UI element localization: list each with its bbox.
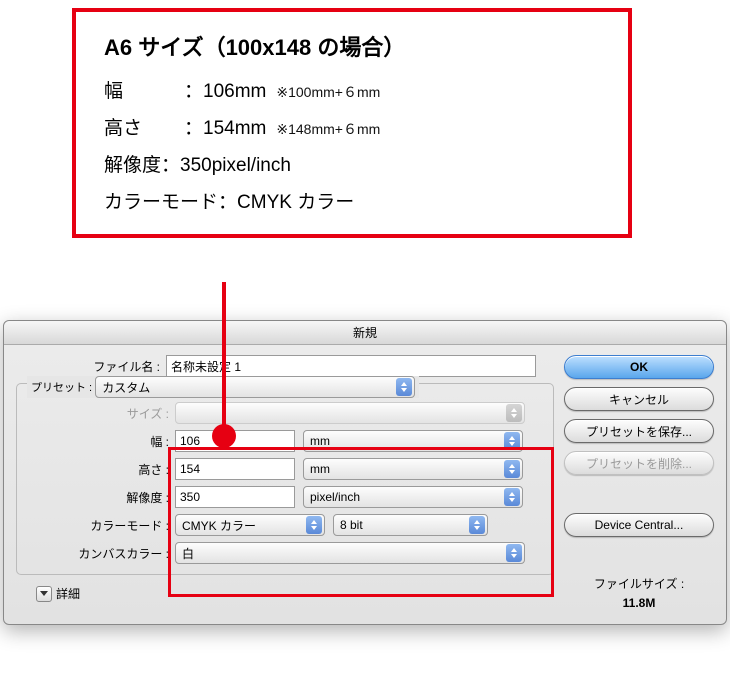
resolution-unit-select[interactable]: pixel/inch [303,486,523,508]
new-document-dialog: 新規 ファイル名 : プリセット : カスタム サイズ : [3,320,727,625]
width-unit-select[interactable]: mm [303,430,523,452]
info-callout: A6 サイズ（100x148 の場合） 幅 ： 106mm ※100mm+６mm… [72,8,632,238]
width-label: 幅 : [25,433,175,450]
callout-height-row: 高さ ： 154mm ※148mm+６mm [104,113,600,140]
dialog-titlebar: 新規 [4,321,726,345]
filesize-area: ファイルサイズ : 11.8M [564,575,714,610]
depth-select[interactable]: 8 bit [333,514,488,536]
canvascolor-label: カンバスカラー : [25,545,175,562]
preset-label: プリセット : [31,379,92,395]
resolution-label: 解像度 : [25,489,175,506]
resolution-input[interactable] [175,486,295,508]
size-select [175,402,525,424]
colormode-select[interactable]: CMYK カラー [175,514,325,536]
colormode-label: カラーモード : [25,517,175,534]
height-label: 高さ : [25,461,175,478]
save-preset-button[interactable]: プリセットを保存... [564,419,714,443]
disclosure-toggle[interactable] [36,586,52,602]
height-unit-select[interactable]: mm [303,458,523,480]
callout-width-row: 幅 ： 106mm ※100mm+６mm [104,76,600,103]
device-central-button[interactable]: Device Central... [564,513,714,537]
filesize-label: ファイルサイズ : [564,575,714,592]
callout-title: A6 サイズ（100x148 の場合） [104,30,600,62]
canvascolor-select[interactable]: 白 [175,542,525,564]
callout-resolution-row: 解像度： 350pixel/inch [104,150,600,177]
filename-label: ファイル名 : [16,358,166,375]
detail-label: 詳細 [56,585,80,602]
height-input[interactable] [175,458,295,480]
size-label: サイズ : [25,405,175,422]
preset-select[interactable]: カスタム [95,376,415,398]
cancel-button[interactable]: キャンセル [564,387,714,411]
delete-preset-button: プリセットを削除... [564,451,714,475]
ok-button[interactable]: OK [564,355,714,379]
connector-line [222,282,226,432]
preset-fieldset: プリセット : カスタム サイズ : 幅 : mm [16,383,554,575]
connector-dot [212,424,236,448]
filesize-value: 11.8M [564,596,714,610]
callout-colormode-row: カラーモード： CMYK カラー [104,187,600,214]
